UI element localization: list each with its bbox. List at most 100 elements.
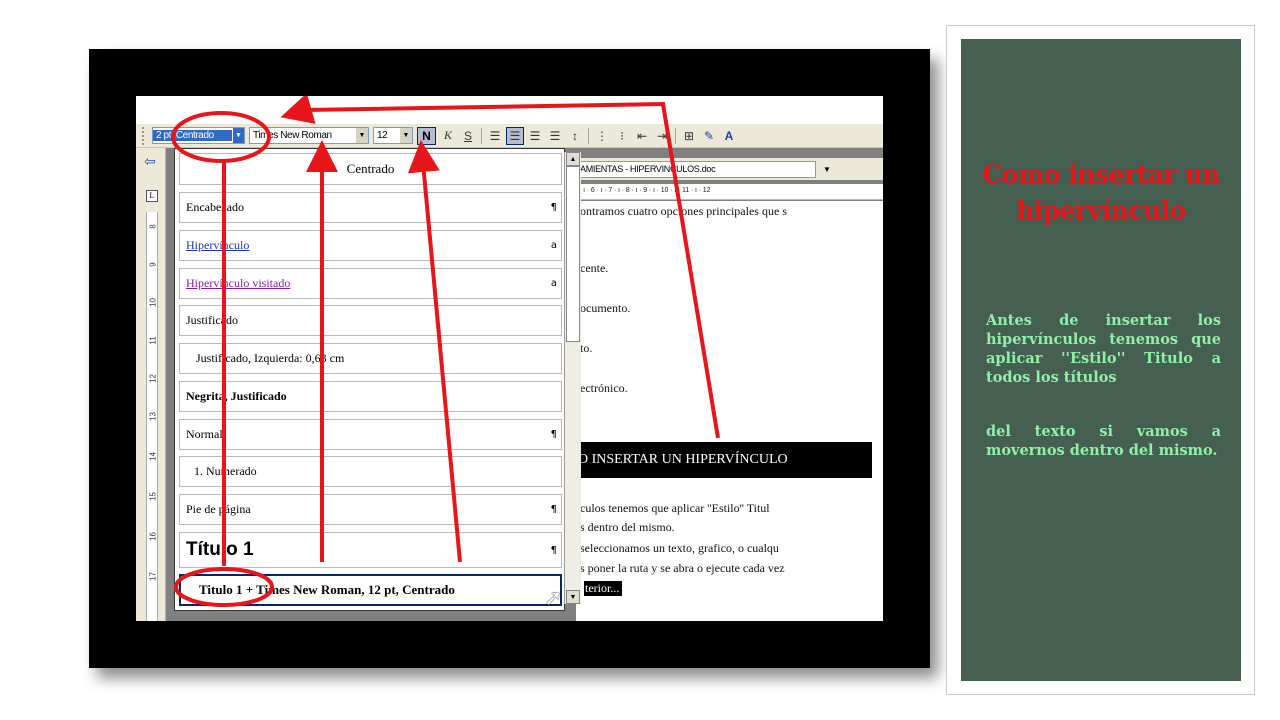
style-item-label: Hipervínculo [186, 238, 250, 252]
doc-line: ocumento. [580, 301, 631, 315]
numbering-icon[interactable]: ⋮ [593, 127, 611, 145]
bullets-icon[interactable]: ⁝ [613, 127, 631, 145]
style-item-label: Pie de página [186, 502, 251, 516]
style-item[interactable]: Encabezado ¶ [179, 192, 562, 223]
scrollbar-thumb[interactable] [566, 166, 580, 342]
style-item[interactable]: Pie de página ¶ [179, 494, 562, 525]
doc-line: s dentro del mismo. [580, 520, 675, 534]
line-spacing-icon[interactable]: ↕ [566, 127, 584, 145]
style-item[interactable]: Justificado [179, 305, 562, 336]
doc-line: seleccionamos un texto, grafico, o cualq… [580, 541, 779, 555]
scroll-down-icon[interactable]: ▼ [566, 590, 580, 604]
chevron-down-icon[interactable]: ▼ [232, 128, 244, 143]
align-right-icon[interactable]: ☰ [526, 127, 544, 145]
chevron-down-icon[interactable]: ▼ [400, 128, 412, 143]
size-combo-value: 12 [377, 130, 388, 141]
paragraph-mark-icon: ¶ [550, 544, 557, 556]
align-center-icon[interactable]: ☰ [506, 126, 524, 145]
vertical-ruler: 8 9 10 11 12 13 14 15 16 17 [146, 212, 158, 621]
paragraph-mark-icon: ¶ [550, 202, 557, 213]
tab-selector-icon[interactable]: L [146, 190, 158, 202]
paragraph-mark-icon: ¶ [550, 504, 557, 515]
size-combo[interactable]: 12 ▼ [373, 127, 413, 144]
ruler-number: 8 [148, 224, 158, 229]
scroll-up-icon[interactable]: ▲ [566, 152, 580, 166]
font-combo[interactable]: Times New Roman ▼ [249, 127, 369, 144]
ruler-number: 13 [148, 412, 158, 421]
bold-icon[interactable]: N [417, 126, 436, 145]
panel-title: Como insertar un hipervínculo [982, 160, 1220, 225]
ruler-number: 11 [148, 336, 158, 345]
style-item-label: Centrado [346, 161, 395, 176]
panel-paragraph: Antes de insertar los hipervínculos tene… [986, 312, 1221, 386]
style-item-label: Hipervínculo visitado [186, 276, 291, 290]
horizontal-ruler: · ı · 6 · ı · 7 · ı · 8 · ı · 9 · ı · 10… [576, 184, 883, 200]
doc-line: ontramos cuatro opciones principales que… [580, 204, 787, 218]
doc-line: culos tenemos que aplicar ''Estilo'' Tit… [580, 501, 770, 515]
ruler-number: 9 [148, 262, 158, 267]
font-color-icon[interactable]: A [720, 127, 738, 145]
back-arrow-icon[interactable]: ⇦ [144, 154, 156, 170]
document-combo[interactable]: AMIENTAS - HIPERVINCULOS.doc [576, 160, 816, 178]
underline-icon[interactable]: S [459, 127, 477, 145]
doc-heading: O INSERTAR UN HIPERVÍNCULO [576, 442, 872, 478]
style-item[interactable]: Título 1 ¶ [179, 532, 562, 568]
highlight-icon[interactable]: ✎ [700, 127, 718, 145]
ruler-number: 16 [148, 532, 158, 541]
ruler-number: 12 [148, 374, 158, 383]
toolbar-separator [481, 127, 482, 144]
toolbar-grip[interactable] [142, 126, 150, 145]
style-combo-value: 2 pt, Centrado [153, 130, 232, 141]
style-item[interactable]: Centrado [179, 153, 562, 185]
chevron-down-icon[interactable]: ▼ [816, 165, 838, 174]
style-item[interactable]: Hipervínculo visitado a [179, 268, 562, 299]
style-item[interactable]: 1. Numerado [179, 456, 562, 487]
style-item-label: Titulo 1 + Times New Roman, 12 pt, Centr… [199, 582, 455, 597]
style-item-label: Encabezado [186, 200, 244, 214]
toolbar-separator [588, 127, 589, 144]
style-dropdown-list: Centrado Encabezado ¶ Hipervínculo a Hip… [174, 148, 565, 611]
style-item-label: Título 1 [186, 539, 254, 560]
style-item-label: Negrita, Justificado [186, 389, 287, 403]
style-item[interactable]: Hipervínculo a [179, 230, 562, 261]
document-bar: AMIENTAS - HIPERVINCULOS.doc ▼ [576, 158, 883, 180]
border-icon[interactable]: ⊞ [680, 127, 698, 145]
style-combo[interactable]: 2 pt, Centrado ▼ [152, 127, 245, 144]
character-style-icon: a [550, 278, 557, 289]
panel-paragraph: del texto si vamos a movernos dentro del… [986, 423, 1221, 459]
ruler-number: 15 [148, 492, 158, 501]
italic-icon[interactable]: K [439, 127, 457, 145]
document-page[interactable]: ontramos cuatro opciones principales que… [576, 201, 883, 621]
style-item-label: Justificado, Izquierda: 0,63 cm [196, 351, 345, 365]
toolbar-separator [675, 127, 676, 144]
ruler-number: 10 [148, 298, 158, 307]
decrease-indent-icon[interactable]: ⇤ [633, 127, 651, 145]
style-item-label: 1. Numerado [194, 464, 257, 478]
font-combo-value: Times New Roman [253, 130, 332, 141]
ruler-number: 14 [148, 452, 158, 461]
mouse-cursor-icon: ➚ [544, 586, 563, 611]
formatting-toolbar: 2 pt, Centrado ▼ Times New Roman ▼ 12 ▼ … [136, 124, 883, 148]
style-item-label: Normal [186, 427, 223, 441]
paragraph-mark-icon: ¶ [550, 429, 557, 440]
style-item[interactable]: Justificado, Izquierda: 0,63 cm [179, 343, 562, 374]
justify-icon[interactable]: ☰ [546, 127, 564, 145]
style-item[interactable]: Negrita, Justificado [179, 381, 562, 412]
align-left-icon[interactable]: ☰ [486, 127, 504, 145]
character-style-icon: a [550, 240, 557, 251]
style-item-label: Justificado [186, 313, 238, 327]
left-ruler-area: ⇦ L 8 9 10 11 12 13 14 15 16 17 [136, 148, 166, 621]
style-item[interactable]: Normal ¶ [179, 419, 562, 450]
word-screenshot: 2 pt, Centrado ▼ Times New Roman ▼ 12 ▼ … [136, 96, 883, 621]
chevron-down-icon[interactable]: ▼ [356, 128, 368, 143]
style-list-scrollbar[interactable]: ▲ ▼ [564, 152, 581, 604]
ruler-number: 17 [148, 572, 158, 581]
doc-selected-text: terior... [584, 581, 623, 596]
style-item-selected[interactable]: Titulo 1 + Times New Roman, 12 pt, Centr… [179, 574, 562, 606]
doc-line: ectrónico. [580, 381, 628, 395]
doc-line: s poner la ruta y se abra o ejecute cada… [580, 561, 785, 575]
increase-indent-icon[interactable]: ⇥ [653, 127, 671, 145]
doc-line: cente. [580, 261, 609, 275]
side-panel: Como insertar un hipervínculo Antes de i… [961, 39, 1241, 681]
doc-line: to. [580, 341, 593, 355]
